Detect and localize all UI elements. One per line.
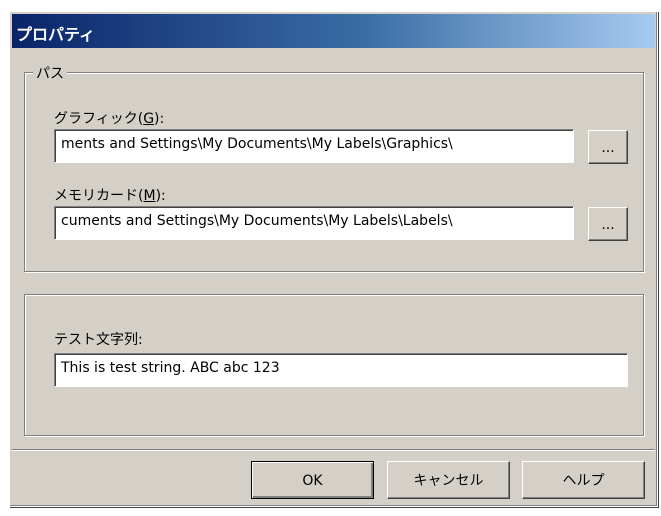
memory-card-path-input[interactable]: cuments and Settings\My Documents\My Lab… xyxy=(54,206,574,240)
title-bar[interactable]: プロパティ xyxy=(12,14,655,48)
properties-dialog: プロパティ パス グラフィック(G): ments and Settings\M… xyxy=(9,11,658,507)
graphics-mnemonic: G xyxy=(143,111,155,127)
memory-card-mnemonic: M xyxy=(143,188,156,204)
memory-card-label: メモリカード(M): xyxy=(54,188,166,204)
graphics-browse-button[interactable]: ... xyxy=(588,130,628,164)
test-string-label: テスト文字列: xyxy=(54,332,143,348)
ok-button[interactable]: OK xyxy=(251,461,374,499)
graphics-path-input[interactable]: ments and Settings\My Documents\My Label… xyxy=(54,129,574,163)
graphics-label: グラフィック(G): xyxy=(54,111,165,127)
memory-card-browse-button[interactable]: ... xyxy=(588,207,628,241)
path-groupbox: パス xyxy=(24,63,644,272)
button-separator xyxy=(12,449,655,451)
help-button[interactable]: ヘルプ xyxy=(522,461,645,499)
test-string-input[interactable]: This is test string. ABC abc 123 xyxy=(54,353,628,387)
window-title: プロパティ xyxy=(16,25,96,44)
cancel-button[interactable]: キャンセル xyxy=(387,461,510,499)
path-group-legend: パス xyxy=(33,63,67,83)
